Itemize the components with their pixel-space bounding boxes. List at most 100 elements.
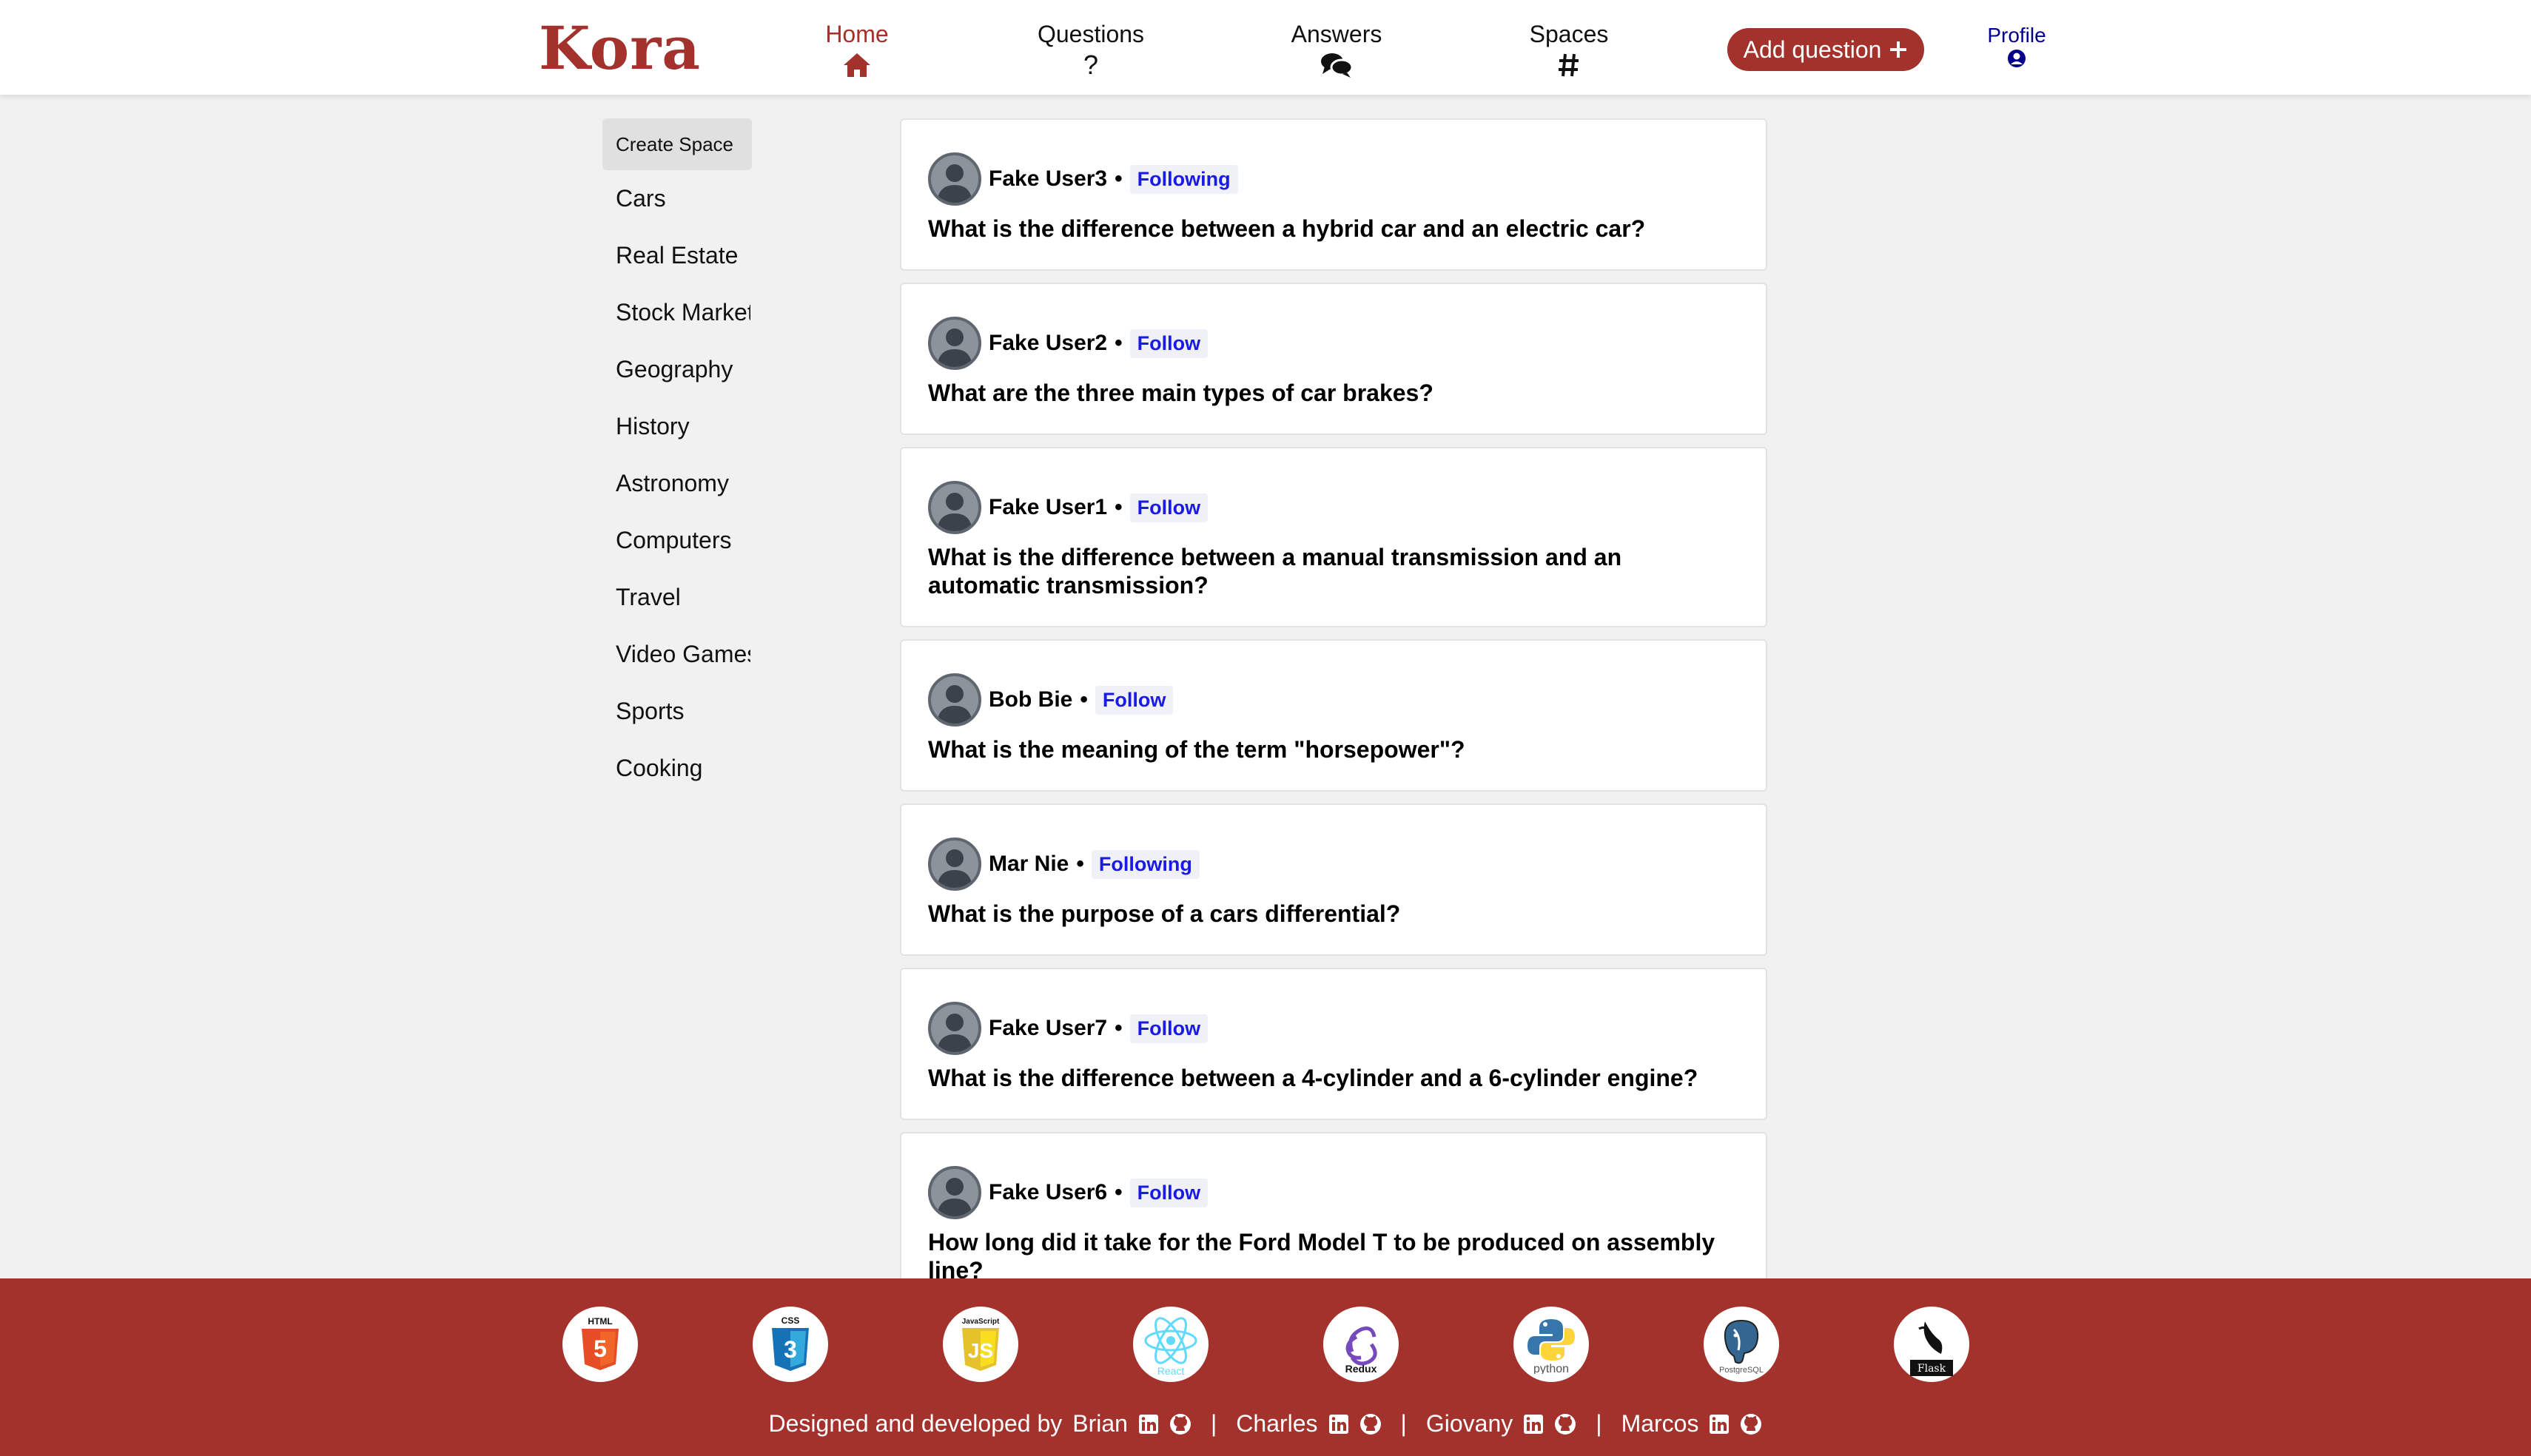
card-header: Fake User3 • Following bbox=[928, 152, 1739, 206]
add-question-button[interactable]: Add question bbox=[1727, 28, 1924, 71]
nav-answers-label: Answers bbox=[1291, 21, 1382, 47]
avatar[interactable] bbox=[928, 317, 981, 370]
question-text[interactable]: What is the purpose of a cars differenti… bbox=[928, 900, 1739, 928]
nav-home[interactable]: Home bbox=[776, 21, 938, 79]
follow-button[interactable]: Follow bbox=[1095, 685, 1174, 715]
user-silhouette-icon bbox=[937, 1014, 972, 1052]
redux-icon[interactable]: Redux bbox=[1323, 1307, 1399, 1382]
separator-dot: • bbox=[1080, 687, 1088, 712]
react-label: React bbox=[1157, 1365, 1185, 1377]
sidebar-item-computers[interactable]: Computers bbox=[602, 512, 750, 569]
nav-profile[interactable]: Profile bbox=[1969, 24, 2065, 68]
github-icon[interactable] bbox=[1169, 1413, 1191, 1435]
sidebar-item-astronomy[interactable]: Astronomy bbox=[602, 455, 750, 512]
avatar[interactable] bbox=[928, 837, 981, 891]
avatar[interactable] bbox=[928, 1002, 981, 1055]
follow-button[interactable]: Following bbox=[1091, 849, 1200, 879]
question-card[interactable]: Bob Bie • Follow What is the meaning of … bbox=[900, 639, 1767, 792]
create-space-button[interactable]: Create Space bbox=[602, 118, 752, 170]
question-text[interactable]: What is the difference between a manual … bbox=[928, 543, 1739, 599]
linkedin-icon[interactable] bbox=[1138, 1414, 1159, 1435]
follow-button[interactable]: Following bbox=[1129, 164, 1238, 194]
react-icon[interactable]: React bbox=[1133, 1307, 1209, 1382]
nav-profile-label: Profile bbox=[1987, 24, 2046, 47]
username[interactable]: Fake User2 bbox=[989, 331, 1107, 356]
credits: Designed and developed by Brian | Charle… bbox=[0, 1410, 2531, 1438]
card-header: Fake User6 • Follow bbox=[928, 1166, 1739, 1219]
username[interactable]: Fake User6 bbox=[989, 1180, 1107, 1205]
sidebar-item-history[interactable]: History bbox=[602, 398, 750, 455]
question-text[interactable]: What is the difference between a 4-cylin… bbox=[928, 1064, 1739, 1092]
question-mark-icon: ? bbox=[1083, 50, 1099, 80]
sidebar-item-sports[interactable]: Sports bbox=[602, 683, 750, 740]
sidebar-item-geography[interactable]: Geography bbox=[602, 341, 750, 398]
html5-icon[interactable]: HTML 5 bbox=[562, 1307, 638, 1382]
developer-name: Giovany bbox=[1425, 1410, 1513, 1437]
developer-name: Brian bbox=[1072, 1410, 1128, 1437]
flask-icon[interactable]: Flask bbox=[1894, 1307, 1969, 1382]
python-icon[interactable]: python bbox=[1513, 1307, 1589, 1382]
sidebar-item-travel[interactable]: Travel bbox=[602, 569, 750, 626]
question-card[interactable]: Fake User7 • Follow What is the differen… bbox=[900, 968, 1767, 1120]
github-icon[interactable] bbox=[1740, 1413, 1762, 1435]
sidebar-item-cars[interactable]: Cars bbox=[602, 170, 750, 227]
separator: | bbox=[1400, 1410, 1407, 1437]
hashtag-icon bbox=[1559, 53, 1579, 77]
follow-button[interactable]: Follow bbox=[1129, 493, 1209, 522]
avatar[interactable] bbox=[928, 673, 981, 727]
sidebar-item-stock-market[interactable]: Stock Market bbox=[602, 284, 750, 341]
username[interactable]: Fake User7 bbox=[989, 1016, 1107, 1041]
follow-button[interactable]: Follow bbox=[1129, 328, 1209, 358]
question-text[interactable]: What is the meaning of the term "horsepo… bbox=[928, 735, 1739, 764]
nav-spaces-label: Spaces bbox=[1529, 21, 1609, 47]
username[interactable]: Bob Bie bbox=[989, 687, 1072, 712]
question-card[interactable]: Fake User6 • Follow How long did it take… bbox=[900, 1132, 1767, 1278]
card-header: Fake User2 • Follow bbox=[928, 317, 1739, 370]
postgresql-label: PostgreSQL bbox=[1719, 1366, 1764, 1374]
question-text[interactable]: What are the three main types of car bra… bbox=[928, 379, 1739, 407]
github-icon[interactable] bbox=[1359, 1413, 1382, 1435]
question-card[interactable]: Fake User2 • Follow What are the three m… bbox=[900, 283, 1767, 435]
user-silhouette-icon bbox=[937, 685, 972, 724]
username[interactable]: Mar Nie bbox=[989, 852, 1069, 877]
username[interactable]: Fake User3 bbox=[989, 166, 1107, 192]
sidebar-item-cooking[interactable]: Cooking bbox=[602, 740, 750, 797]
avatar[interactable] bbox=[928, 152, 981, 206]
nav-questions[interactable]: Questions ? bbox=[1009, 21, 1172, 79]
nav-answers[interactable]: Answers bbox=[1255, 21, 1418, 79]
linkedin-icon[interactable] bbox=[1709, 1414, 1730, 1435]
sidebar-item-real-estate[interactable]: Real Estate bbox=[602, 227, 750, 284]
question-text[interactable]: How long did it take for the Ford Model … bbox=[928, 1228, 1739, 1278]
javascript-icon[interactable]: JavaScript JS bbox=[943, 1307, 1018, 1382]
nav-spaces[interactable]: Spaces bbox=[1488, 21, 1650, 79]
question-text[interactable]: What is the difference between a hybrid … bbox=[928, 215, 1739, 243]
user-silhouette-icon bbox=[937, 849, 972, 888]
sidebar-item-video-games[interactable]: Video Games bbox=[602, 626, 750, 683]
username[interactable]: Fake User1 bbox=[989, 495, 1107, 520]
question-card[interactable]: Fake User1 • Follow What is the differen… bbox=[900, 447, 1767, 627]
logo[interactable]: Kora bbox=[539, 13, 701, 83]
question-card[interactable]: Mar Nie • Following What is the purpose … bbox=[900, 803, 1767, 956]
linkedin-icon[interactable] bbox=[1523, 1414, 1544, 1435]
add-question-label: Add question bbox=[1743, 36, 1882, 63]
user-silhouette-icon bbox=[937, 164, 972, 203]
comments-icon bbox=[1321, 53, 1353, 78]
nav-home-label: Home bbox=[825, 21, 889, 47]
linkedin-icon[interactable] bbox=[1328, 1414, 1349, 1435]
follow-button[interactable]: Follow bbox=[1129, 1178, 1209, 1207]
question-card[interactable]: Fake User3 • Following What is the diffe… bbox=[900, 118, 1767, 271]
top-navbar: Kora Home Questions ? Answers Spaces Add… bbox=[0, 0, 2531, 95]
separator-dot: • bbox=[1115, 495, 1123, 519]
javascript-label: JavaScript bbox=[962, 1318, 1000, 1326]
avatar[interactable] bbox=[928, 481, 981, 534]
svg-text:JS: JS bbox=[968, 1339, 993, 1362]
css3-label: CSS bbox=[782, 1315, 800, 1326]
postgresql-icon[interactable]: PostgreSQL bbox=[1704, 1307, 1779, 1382]
avatar[interactable] bbox=[928, 1166, 981, 1219]
user-circle-icon bbox=[2008, 50, 2026, 67]
github-icon[interactable] bbox=[1554, 1413, 1576, 1435]
user-silhouette-icon bbox=[937, 1178, 972, 1216]
separator: | bbox=[1210, 1410, 1217, 1437]
css3-icon[interactable]: CSS 3 bbox=[753, 1307, 828, 1382]
follow-button[interactable]: Follow bbox=[1129, 1014, 1209, 1043]
